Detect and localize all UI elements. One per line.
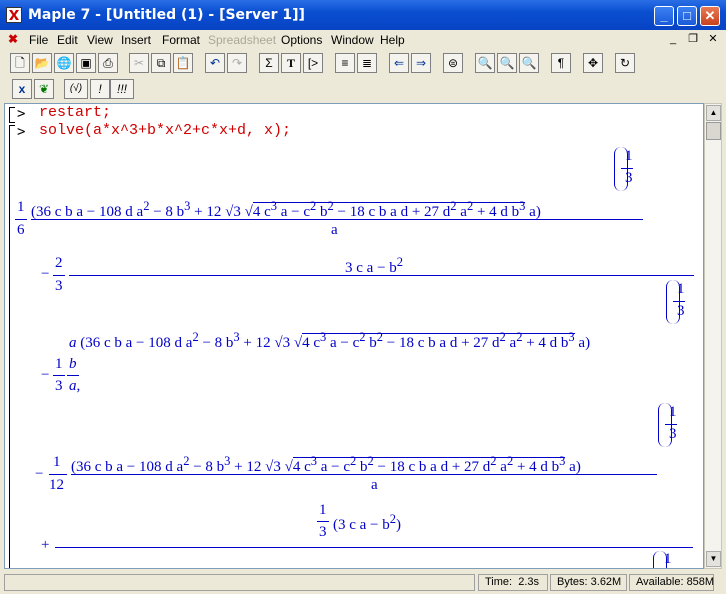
context-toolbar: x ❦ (√) ! !!! [0, 77, 726, 101]
copy-icon[interactable]: ⧉ [151, 53, 171, 73]
input-line-2[interactable]: solve(a*x^3+b*x^2+c*x+d, x); [39, 122, 291, 139]
prompt: > [17, 106, 26, 122]
maple-leaf-icon[interactable]: ❦ [34, 79, 54, 99]
window-title: Maple 7 - [Untitled (1) - [Server 1]] [28, 7, 305, 23]
frac-1: 1 [55, 356, 63, 372]
frac-3c: 3 [319, 524, 327, 540]
menu-format[interactable]: Format [162, 33, 200, 47]
redo-icon[interactable]: ↷ [227, 53, 247, 73]
expand-icon[interactable]: ✥ [583, 53, 603, 73]
zoom-small-icon[interactable]: 🔍 [475, 53, 495, 73]
triple-bang-button[interactable]: !!! [110, 79, 134, 99]
a-var: a, [69, 378, 81, 394]
input-line-1[interactable]: restart; [39, 104, 111, 121]
mdi-minimize-button[interactable]: _ [666, 33, 680, 46]
num-3ca: 3 c a − b2 [345, 255, 404, 276]
minus-sign: − [41, 266, 50, 282]
menu-window[interactable]: Window [331, 33, 374, 47]
title-bar: Maple 7 - [Untitled (1) - [Server 1]] _ … [0, 0, 726, 30]
restart-kernel-icon[interactable]: ↻ [615, 53, 635, 73]
mdi-restore-button[interactable]: ❐ [686, 33, 700, 46]
group-bracket-2[interactable] [9, 125, 15, 568]
forward-arrow-icon[interactable]: ⇒ [411, 53, 431, 73]
stop-icon[interactable]: ⊜ [443, 53, 463, 73]
mdi-close-button[interactable]: ✕ [706, 33, 720, 46]
new-icon[interactable]: 🗋 [10, 53, 30, 73]
prompt-2: > [17, 124, 26, 140]
minus-sign-3: − [35, 466, 44, 482]
den-a-2: a [371, 477, 378, 493]
frac-3: 3 [55, 378, 63, 394]
zoom-large-icon[interactable]: 🔍 [519, 53, 539, 73]
execute-icon[interactable]: [> [303, 53, 323, 73]
maximize-button[interactable]: □ [677, 6, 697, 26]
close-button[interactable]: ✕ [700, 6, 720, 26]
status-time: Time: 2.3s [478, 574, 548, 591]
scroll-down-icon[interactable]: ▼ [706, 551, 721, 567]
den-a: a [331, 222, 338, 238]
third-term: (3 c a − b2) [333, 512, 402, 533]
minus-sign-2: − [41, 367, 50, 383]
menu-view[interactable]: View [87, 33, 113, 47]
frac-den-3: 3 [55, 278, 63, 294]
open-url-icon[interactable]: 🌐 [54, 53, 74, 73]
check-button[interactable]: (√) [64, 79, 88, 99]
menu-spreadsheet[interactable]: Spreadsheet [208, 33, 276, 47]
sigma-icon[interactable]: Σ [259, 53, 279, 73]
frac-12: 12 [49, 477, 64, 493]
bang-button[interactable]: ! [90, 79, 110, 99]
zoom-medium-icon[interactable]: 🔍 [497, 53, 517, 73]
menu-options[interactable]: Options [281, 33, 322, 47]
undo-icon[interactable]: ↶ [205, 53, 225, 73]
outdent-icon[interactable]: ≣ [357, 53, 377, 73]
exp-den: 3 [625, 170, 633, 186]
plus-sign: + [41, 537, 50, 553]
b-var: b [69, 356, 77, 372]
root1-numerator: (36 c b a − 108 d a2 − 8 b3 + 12 √3 √4 c… [31, 199, 541, 220]
worksheet[interactable]: > restart; > solve(a*x^3+b*x^2+c*x+d, x)… [4, 103, 704, 569]
frac-num-2: 2 [55, 255, 63, 271]
x-button[interactable]: x [12, 79, 32, 99]
menu-help[interactable]: Help [380, 33, 405, 47]
print-icon[interactable]: ⎙ [98, 53, 118, 73]
group-bracket[interactable] [9, 107, 15, 123]
document-icon[interactable]: ✖ [8, 32, 18, 46]
menu-edit[interactable]: Edit [57, 33, 78, 47]
root2-numerator: (36 c b a − 108 d a2 − 8 b3 + 12 √3 √4 c… [71, 454, 581, 475]
exp-num-3: 1 [669, 404, 677, 420]
frac-1b: 1 [53, 454, 61, 470]
cut-icon[interactable]: ✂ [129, 53, 149, 73]
exp-num: 1 [625, 148, 633, 164]
scroll-up-icon[interactable]: ▲ [706, 105, 721, 121]
coef-num: 1 [17, 199, 25, 215]
coef-den: 6 [17, 222, 25, 238]
back-arrow-icon[interactable]: ⇐ [389, 53, 409, 73]
menu-bar: ✖ File Edit View Insert Format Spreadshe… [0, 30, 726, 49]
open-icon[interactable]: 📂 [32, 53, 52, 73]
maple-app-icon[interactable] [6, 7, 22, 23]
scroll-thumb[interactable] [706, 122, 721, 140]
menu-file[interactable]: File [29, 33, 48, 47]
exp-num-4: 1 [664, 551, 672, 567]
indent-icon[interactable]: ≡ [335, 53, 355, 73]
pilcrow-icon[interactable]: ¶ [551, 53, 571, 73]
root1-denominator: a (36 c b a − 108 d a2 − 8 b3 + 12 √3 √4… [69, 330, 591, 351]
status-message [4, 574, 475, 591]
status-bar: Time: 2.3s Bytes: 3.62M Available: 858M [0, 572, 726, 594]
save-icon[interactable]: ▣ [76, 53, 96, 73]
menu-insert[interactable]: Insert [121, 33, 151, 47]
exp-den-3: 3 [669, 426, 677, 442]
vertical-scrollbar[interactable]: ▲ ▼ [704, 103, 722, 569]
status-available: Available: 858M [629, 574, 714, 591]
minimize-button[interactable]: _ [654, 6, 674, 26]
paste-icon[interactable]: 📋 [173, 53, 193, 73]
status-bytes: Bytes: 3.62M [550, 574, 627, 591]
text-mode-icon[interactable]: T [281, 53, 301, 73]
main-toolbar: 🗋 📂 🌐 ▣ ⎙ ✂ ⧉ 📋 ↶ ↷ Σ T [> ≡ ≣ ⇐ ⇒ ⊜ 🔍 🔍… [0, 50, 726, 77]
frac-1c: 1 [319, 502, 327, 518]
exp-num-2: 1 [677, 281, 685, 297]
exp-den-2: 3 [677, 303, 685, 319]
